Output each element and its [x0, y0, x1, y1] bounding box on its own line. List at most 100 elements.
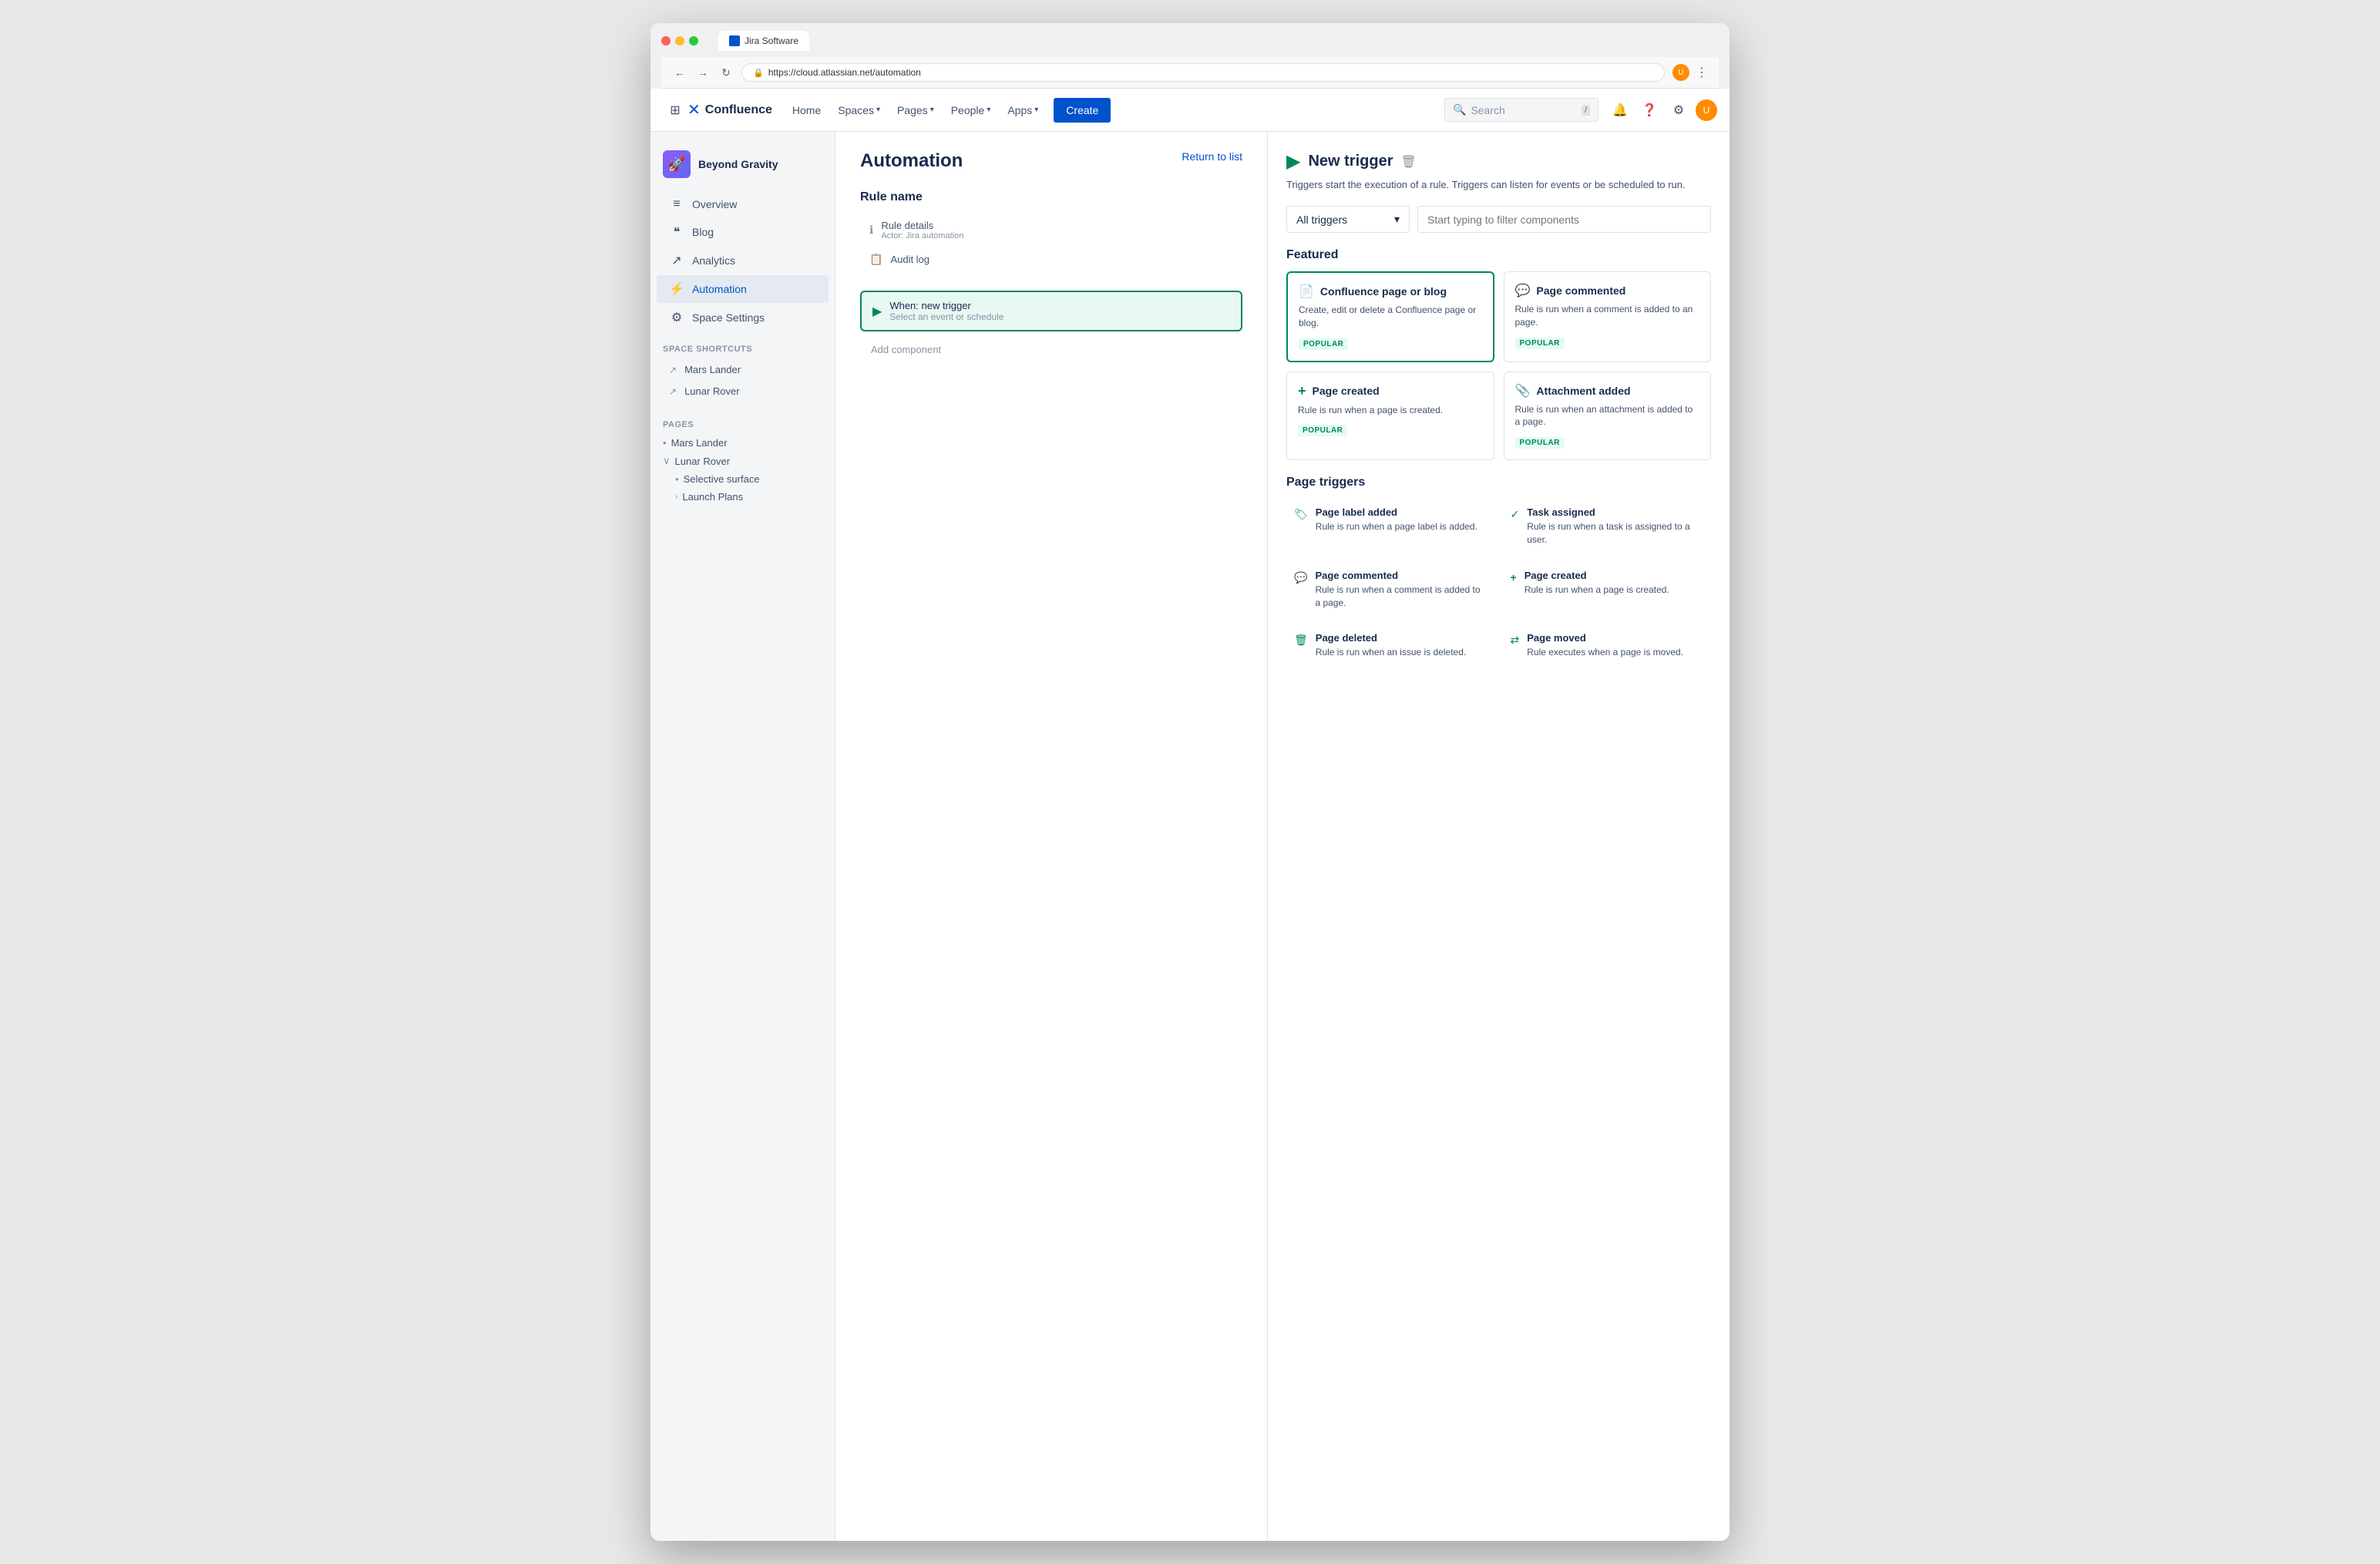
nav-home[interactable]: Home [785, 98, 829, 123]
filter-label: All triggers [1296, 214, 1347, 226]
settings-button[interactable]: ⚙ [1666, 98, 1691, 123]
trigger-page-label[interactable]: 🏷 Page label added Rule is run when a pa… [1286, 499, 1495, 554]
shortcut-lunar-rover[interactable]: ↗ Lunar Rover [657, 381, 829, 402]
confluence-logo[interactable]: ✕ Confluence [687, 100, 772, 119]
trigger-task-assigned[interactable]: ✓ Task assigned Rule is run when a task … [1503, 499, 1712, 554]
trigger-card-confluence-page[interactable]: 📄 Confluence page or blog Create, edit o… [1286, 271, 1494, 362]
delete-trigger-button[interactable]: 🗑 [1401, 154, 1417, 170]
rule-details-item[interactable]: ℹ Rule details Actor: Jira automation [860, 214, 1242, 247]
expand-icon: ∨ [663, 455, 671, 467]
shortcut-label: Lunar Rover [684, 385, 740, 397]
add-component-button[interactable]: Add component [860, 338, 1242, 362]
tab-favicon [729, 35, 740, 46]
shortcuts-section-title: Space Shortcuts [650, 332, 835, 358]
card-header: 📄 Confluence page or blog [1299, 284, 1482, 299]
user-avatar[interactable]: U [1696, 99, 1717, 121]
space-header: 🚀 Beyond Gravity [650, 144, 835, 190]
top-navigation: ⊞ ✕ Confluence Home Spaces ▾ Pages ▾ [650, 89, 1730, 132]
close-button[interactable] [661, 36, 671, 45]
page-lunar-rover[interactable]: ∨ Lunar Rover [650, 452, 835, 470]
grid-menu-button[interactable]: ⊞ [663, 98, 687, 123]
page-triggers-grid: 🏷 Page label added Rule is run when a pa… [1286, 499, 1711, 667]
trigger-page-moved[interactable]: ⇄ Page moved Rule executes when a page i… [1503, 624, 1712, 667]
page-icon: 📄 [1299, 284, 1314, 299]
rule-details-label: Rule details [881, 220, 963, 231]
trigger-description: Triggers start the execution of a rule. … [1286, 179, 1711, 190]
help-button[interactable]: ❓ [1637, 98, 1662, 123]
external-link-icon: ↗ [669, 365, 677, 375]
minimize-button[interactable] [675, 36, 684, 45]
trigger-card-attachment[interactable]: 📎 Attachment added Rule is run when an a… [1504, 372, 1712, 461]
trigger-filter-dropdown[interactable]: All triggers ▾ [1286, 206, 1410, 233]
notification-button[interactable]: 🔔 [1608, 98, 1632, 123]
label-icon: 🏷 [1294, 508, 1308, 521]
trigger-name-4: Page created [1524, 570, 1669, 581]
shortcut-label: Mars Lander [684, 364, 741, 375]
card-header-2: 💬 Page commented [1515, 283, 1700, 298]
trigger-panel: ▶ New trigger 🗑 Triggers start the execu… [1267, 132, 1730, 1541]
card-name-2: Page commented [1536, 284, 1625, 297]
maximize-button[interactable] [689, 36, 698, 45]
audit-log-label: Audit log [890, 254, 929, 265]
trigger-card-page-commented[interactable]: 💬 Page commented Rule is run when a comm… [1504, 271, 1712, 362]
return-to-list-link[interactable]: Return to list [1182, 150, 1242, 163]
page-label: Launch Plans [682, 491, 743, 503]
trigger-name: Page label added [1316, 506, 1477, 518]
trigger-desc-4: Rule is run when a page is created. [1524, 584, 1669, 597]
trigger-header: ▶ New trigger 🗑 [1286, 150, 1711, 173]
sidebar-item-label: Analytics [692, 254, 735, 267]
card-name-4: Attachment added [1536, 385, 1630, 397]
create-button[interactable]: Create [1054, 98, 1111, 123]
trigger-title: New trigger [1308, 153, 1393, 170]
rule-section: Rule name ℹ Rule details Actor: Jira aut… [860, 190, 1242, 272]
page-label: Lunar Rover [675, 456, 731, 467]
search-placeholder: Search [1471, 104, 1577, 116]
trigger-card-page-created[interactable]: + Page created Rule is run when a page i… [1286, 372, 1494, 461]
forward-button[interactable]: → [695, 65, 711, 80]
plus-icon-2: + [1511, 571, 1517, 584]
nav-pages[interactable]: Pages ▾ [889, 98, 942, 123]
browser-tab[interactable]: Jira Software [718, 31, 809, 51]
nav-apps[interactable]: Apps ▾ [1000, 98, 1046, 123]
browser-menu-button[interactable]: ⋮ [1696, 65, 1708, 80]
nav-people[interactable]: People ▾ [943, 98, 999, 123]
shortcut-mars-lander[interactable]: ↗ Mars Lander [657, 359, 829, 380]
card-name-3: Page created [1313, 385, 1380, 397]
audit-log-item[interactable]: 📋 Audit log [860, 247, 1242, 272]
sidebar-item-automation[interactable]: ⚡ Automation [657, 275, 829, 303]
filter-components-input[interactable] [1417, 206, 1711, 233]
sidebar-item-blog[interactable]: ❝ Blog [657, 218, 829, 246]
popular-badge-2: POPULAR [1515, 338, 1565, 349]
workflow-trigger-label: When: new trigger [889, 300, 1003, 311]
popular-badge: POPULAR [1299, 338, 1348, 350]
expand-icon-2: › [675, 493, 677, 501]
sidebar-item-space-settings[interactable]: ⚙ Space Settings [657, 304, 829, 331]
nav-spaces[interactable]: Spaces ▾ [830, 98, 888, 123]
workflow-trigger-item[interactable]: ▶ When: new trigger Select an event or s… [860, 291, 1242, 331]
sidebar-item-label: Automation [692, 283, 747, 295]
page-mars-lander[interactable]: • Mars Lander [650, 434, 835, 452]
automation-icon: ⚡ [669, 281, 684, 297]
trigger-page-deleted[interactable]: 🗑 Page deleted Rule is run when an issue… [1286, 624, 1495, 667]
refresh-button[interactable]: ↻ [718, 65, 734, 80]
confluence-icon: ✕ [687, 100, 701, 119]
overview-icon: ≡ [669, 197, 684, 211]
page-selective-surface[interactable]: • Selective surface [650, 470, 835, 488]
trigger-page-commented-list[interactable]: 💬 Page commented Rule is run when a comm… [1286, 562, 1495, 617]
spaces-chevron: ▾ [876, 106, 880, 114]
card-header-3: + Page created [1298, 383, 1483, 399]
sidebar-item-overview[interactable]: ≡ Overview [657, 191, 829, 217]
trigger-page-created-list[interactable]: + Page created Rule is run when a page i… [1503, 562, 1712, 617]
audit-icon: 📋 [869, 253, 882, 266]
address-bar[interactable]: 🔒 https://cloud.atlassian.net/automation [741, 63, 1665, 82]
move-icon: ⇄ [1511, 634, 1520, 647]
url-text: https://cloud.atlassian.net/automation [768, 67, 921, 78]
browser-profile-avatar[interactable]: U [1672, 64, 1689, 81]
back-button[interactable]: ← [672, 65, 687, 80]
analytics-icon: ↗ [669, 253, 684, 268]
trigger-desc-2: Rule is run when a task is assigned to a… [1527, 520, 1703, 547]
sidebar-item-analytics[interactable]: ↗ Analytics [657, 247, 829, 274]
popular-badge-4: POPULAR [1515, 437, 1565, 449]
search-box[interactable]: 🔍 Search / [1444, 98, 1598, 122]
page-launch-plans[interactable]: › Launch Plans [650, 488, 835, 506]
